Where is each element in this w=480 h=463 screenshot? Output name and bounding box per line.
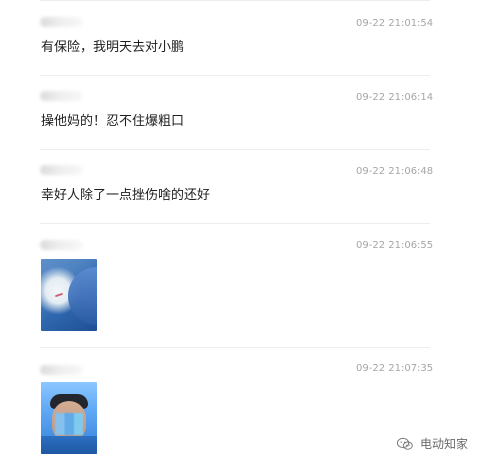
message-timestamp: 09-22 21:06:55	[356, 240, 434, 251]
image-attachment[interactable]	[41, 259, 97, 331]
wechat-icon	[396, 437, 414, 451]
message-text: 幸好人除了一点挫伤啥的还好	[41, 188, 211, 203]
divider-4	[40, 347, 430, 348]
sender-name-redacted	[40, 365, 83, 375]
divider-3	[40, 223, 430, 224]
image-scratch-mark	[54, 292, 64, 298]
sender-name-redacted	[40, 240, 83, 250]
image-mosaic-mask	[55, 413, 83, 435]
image-attachment[interactable]	[41, 382, 97, 454]
watermark: 电动知家	[396, 435, 468, 452]
image-fabric-shape	[68, 267, 97, 325]
sender-name-redacted	[40, 91, 83, 101]
message-timestamp: 09-22 21:06:14	[356, 92, 434, 103]
divider-top	[40, 0, 430, 1]
sender-name-redacted	[40, 17, 83, 27]
sender-name-redacted	[40, 165, 83, 175]
divider-2	[40, 149, 430, 150]
message-text: 操他妈的！忍不住爆粗口	[41, 114, 185, 129]
divider-1	[40, 75, 430, 76]
message-timestamp: 09-22 21:07:35	[356, 363, 434, 374]
image-clothing-shape	[41, 436, 97, 454]
message-timestamp: 09-22 21:06:48	[356, 166, 434, 177]
message-text: 有保险，我明天去对小鹏	[41, 40, 185, 55]
message-feed: 09-22 21:01:54 有保险，我明天去对小鹏 09-22 21:06:1…	[0, 0, 480, 463]
message-timestamp: 09-22 21:01:54	[356, 18, 434, 29]
watermark-text: 电动知家	[419, 437, 468, 451]
